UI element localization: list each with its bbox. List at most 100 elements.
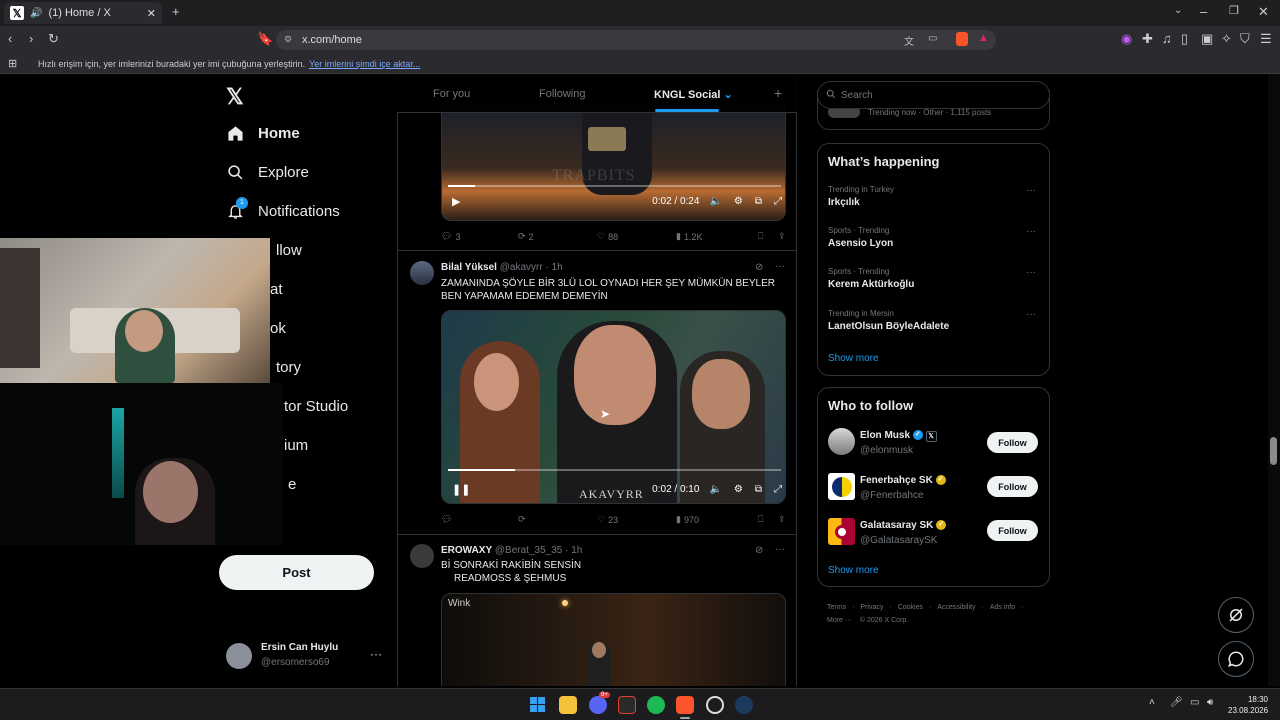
brave-shields-icon[interactable] (956, 32, 968, 46)
follow-button[interactable]: Follow (987, 432, 1038, 453)
browser-tab[interactable]: 𝕏 🔊 (1) Home / X ✕ (4, 2, 162, 24)
tray-chevron-icon[interactable]: ˄ (1149, 697, 1155, 708)
start-icon[interactable] (530, 697, 545, 712)
follow-suggestion[interactable]: Elon Musk ✓ 𝕏 @elonmusk Follow (828, 428, 1041, 458)
brave-rewards-icon[interactable]: ▲ (978, 32, 989, 44)
x-logo[interactable]: 𝕏 (226, 84, 244, 110)
spotify-icon[interactable] (647, 696, 665, 714)
tab-for-you[interactable]: For you (433, 88, 470, 100)
reply-action[interactable]: 💬︎ 3 (441, 231, 518, 242)
forward-icon[interactable]: › (29, 31, 33, 46)
site-settings-icon[interactable]: ⚙ (284, 34, 292, 45)
tweet-3-name[interactable]: EROWAXY (441, 545, 492, 556)
pause-icon[interactable]: ❚❚ (452, 483, 470, 496)
tweet-1-video[interactable]: TRAPBITS ▶ 0:02 / 0:24 🔈 ⚙ ⧉ ⤢ (441, 105, 786, 221)
trend-item[interactable]: Sports · Trending Kerem Aktürkoğlu ··· (828, 267, 1041, 290)
trend-item[interactable]: Trending in Mersin LanetOlsun BöyleAdale… (828, 309, 1041, 332)
trend-item[interactable]: Sports · Trending Asensio Lyon ··· (828, 226, 1041, 249)
tab-following[interactable]: Following (539, 88, 585, 100)
grok-icon[interactable]: ⊘ (755, 262, 763, 273)
share-icon[interactable]: ⇪ (778, 514, 786, 525)
vpn-icon[interactable]: ⛉ (1240, 31, 1250, 47)
pip-icon[interactable]: ⧉ (755, 484, 762, 495)
bookmark-action-icon[interactable]: ⎕ (758, 231, 778, 242)
nav-home[interactable]: Home (226, 114, 386, 153)
menu-icon[interactable]: ☰ (1260, 31, 1272, 47)
reload-icon[interactable]: ↻ (48, 31, 59, 47)
tab-kngl-social[interactable]: KNGL Social ⌄ (654, 88, 733, 101)
media-app-icon[interactable] (618, 696, 636, 714)
volume-icon[interactable]: 🔈 (709, 484, 721, 495)
grok-fab[interactable] (1218, 597, 1254, 633)
repost-action[interactable]: ⟳ 2 (518, 231, 597, 242)
maximize-icon[interactable]: ❐ (1229, 4, 1239, 17)
address-bar[interactable]: ⚙ x.com/home 文 ▭ ▲ (276, 30, 996, 50)
video-progress[interactable] (448, 469, 781, 471)
extensions-icon[interactable]: ✚ (1142, 31, 1153, 47)
messages-fab[interactable] (1218, 641, 1254, 677)
settings-icon[interactable]: ⚙ (734, 196, 743, 207)
volume-tray-icon[interactable]: 🔊︎ (1207, 697, 1213, 708)
discord-icon[interactable] (589, 696, 607, 714)
leo-ai-icon[interactable]: ✧ (1221, 31, 1232, 47)
add-feed-icon[interactable]: + (774, 85, 782, 101)
page-scrollbar[interactable] (1268, 74, 1280, 686)
tweet-2-video[interactable]: AKAVYRR ❚❚ 0:02 / 0:10 🔈 ⚙ ⧉ ⤢ (441, 310, 786, 504)
brave-browser-icon[interactable] (676, 696, 694, 714)
follow-button[interactable]: Follow (987, 476, 1038, 497)
tweet-2-handle[interactable]: @akavyrr (500, 262, 543, 273)
reply-action[interactable]: 💬︎ (441, 514, 518, 525)
extension-icon-1[interactable]: ◉ (1121, 31, 1132, 47)
trend-item[interactable]: Trending in Turkey Irkçılık ··· (828, 185, 1041, 208)
minimize-icon[interactable]: – (1200, 4, 1207, 19)
footer-cookies-link[interactable]: Cookies (898, 601, 923, 614)
search-box[interactable]: Search (817, 81, 1050, 109)
share-icon[interactable]: ⇪ (778, 231, 786, 242)
apps-grid-icon[interactable]: ⊞ (8, 57, 17, 70)
settings-icon[interactable]: ⚙ (734, 484, 743, 495)
timeline[interactable]: TRAPBITS ▶ 0:02 / 0:24 🔈 ⚙ ⧉ ⤢ 💬︎ 3 ⟳ 2 ♡ 8… (397, 75, 797, 686)
tweet-more-icon[interactable]: ··· (775, 544, 785, 555)
close-tab-icon[interactable]: ✕ (147, 7, 156, 20)
tweet-3-time[interactable]: · 1h (565, 545, 582, 556)
repost-action[interactable]: ⟳ (518, 514, 597, 525)
account-switcher[interactable]: Ersin Can Huylu @ersomerso69 ··· (226, 641, 386, 671)
footer-accessibility-link[interactable]: Accessibility (937, 601, 975, 614)
steam-icon[interactable] (735, 696, 753, 714)
tab-list-icon[interactable]: ⌄ (1174, 5, 1182, 16)
play-icon[interactable]: ▶ (452, 195, 460, 208)
pip-icon[interactable]: ⧉ (755, 196, 762, 207)
views-action[interactable]: ▮ 970 (676, 514, 758, 525)
tweet-2-name[interactable]: Bilal Yüksel (441, 262, 497, 273)
tweet-3-avatar[interactable] (410, 544, 434, 568)
like-action[interactable]: ♡ 23 (597, 514, 676, 525)
file-explorer-icon[interactable] (559, 696, 577, 714)
like-action[interactable]: ♡ 88 (597, 231, 676, 242)
follow-button[interactable]: Follow (987, 520, 1038, 541)
scrollbar-thumb[interactable] (1270, 437, 1277, 465)
grok-icon[interactable]: ⊘ (755, 545, 763, 556)
footer-privacy-link[interactable]: Privacy (860, 601, 883, 614)
tweet-2-avatar[interactable] (410, 261, 434, 285)
show-more-follow-link[interactable]: Show more (828, 565, 879, 576)
bookmark-icon[interactable]: 🔖 (257, 31, 273, 47)
import-bookmarks-link[interactable]: Yer imlerini şimdi içe aktar... (309, 59, 420, 69)
speaker-icon[interactable]: 🔊 (30, 8, 42, 19)
more-icon[interactable]: ··· (370, 647, 382, 661)
close-window-icon[interactable]: ✕ (1258, 4, 1269, 20)
trend-more-icon[interactable]: ··· (1026, 185, 1036, 196)
views-action[interactable]: ▮ 1.2K (676, 231, 758, 242)
wallet-icon[interactable]: ▣ (1201, 31, 1213, 47)
app-icon[interactable] (706, 696, 724, 714)
video-progress[interactable] (448, 185, 781, 187)
tweet-2-time[interactable]: · 1h (545, 262, 562, 273)
fullscreen-icon[interactable]: ⤢ (774, 484, 782, 495)
bookmark-action-icon[interactable]: ⎕ (758, 514, 778, 525)
cast-icon[interactable]: ▭ (928, 33, 937, 44)
footer-more-link[interactable]: More ··· (827, 614, 852, 627)
fullscreen-icon[interactable]: ⤢ (774, 196, 782, 207)
nav-explore[interactable]: Explore (226, 153, 386, 192)
clock[interactable]: 18:30 23.08.2026 (1228, 694, 1268, 716)
new-tab-icon[interactable]: + (172, 4, 180, 19)
back-icon[interactable]: ‹ (8, 31, 12, 46)
